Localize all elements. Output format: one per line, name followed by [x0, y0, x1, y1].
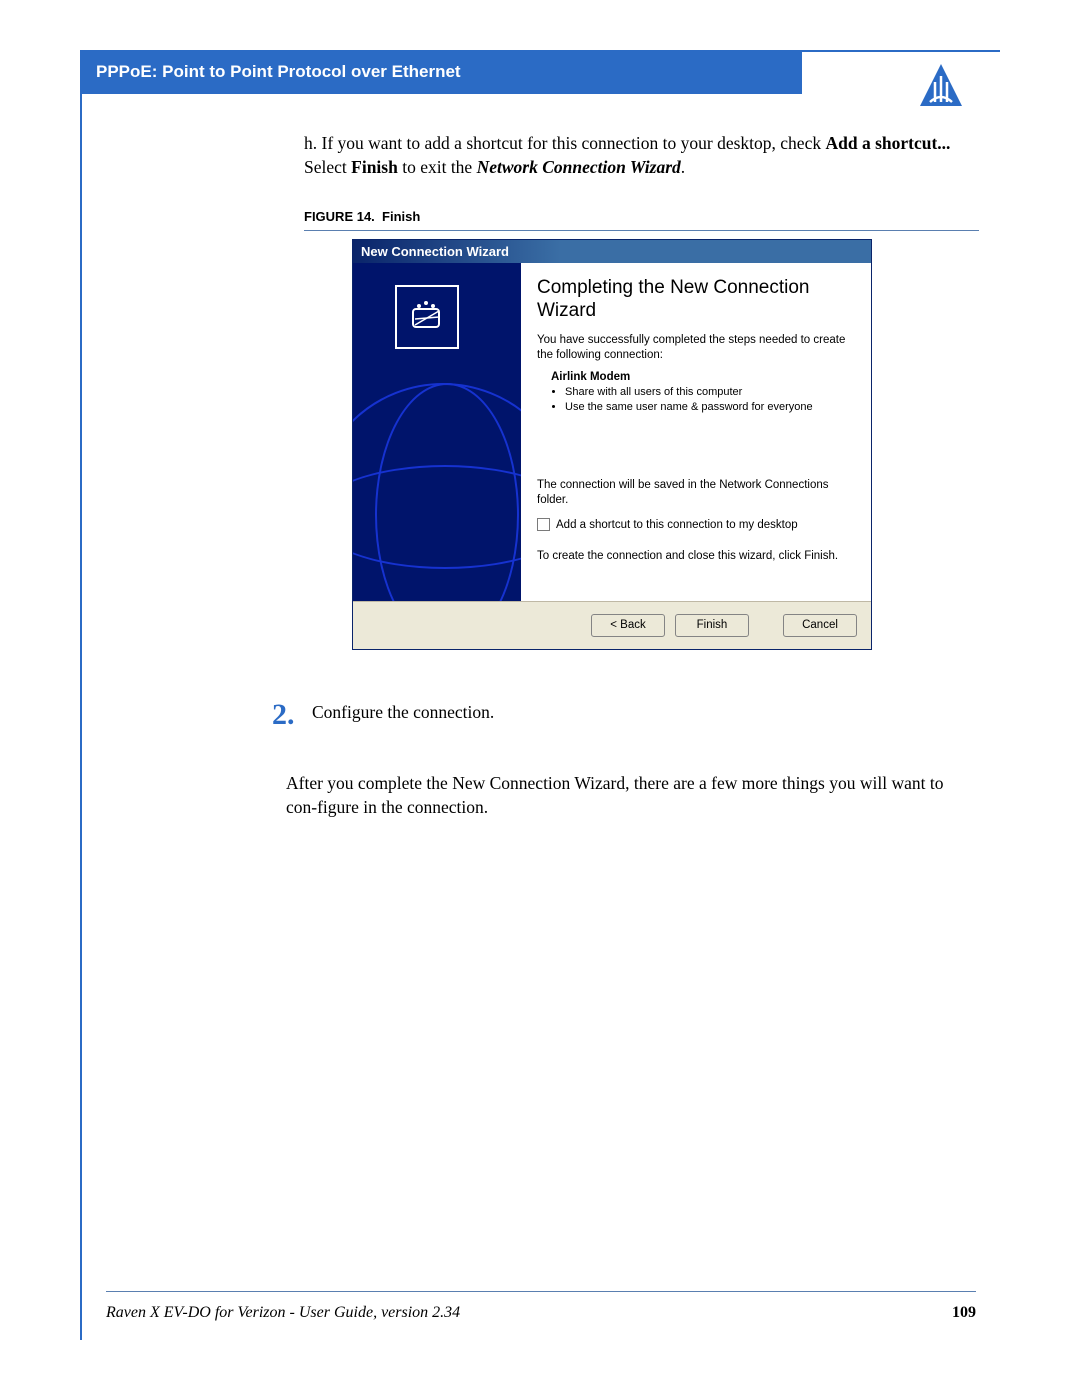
globe-decoration-icon	[353, 383, 521, 601]
page-number: 109	[952, 1304, 976, 1322]
connection-name: Airlink Modem	[551, 371, 855, 383]
wizard-finish-text: To create the connection and close this …	[537, 549, 855, 564]
step-number: 2.	[272, 698, 312, 732]
wizard-intro-text: You have successfully completed the step…	[537, 333, 855, 363]
text: h. If you want to add a shortcut for thi…	[304, 133, 825, 153]
wizard-window: New Connection Wizard	[352, 239, 872, 650]
figure-container: New Connection Wizard	[352, 239, 1000, 650]
shortcut-checkbox-label: Add a shortcut to this connection to my …	[556, 519, 798, 531]
step-2-row: 2. Configure the connection.	[272, 698, 1000, 732]
page-footer: Raven X EV-DO for Verizon - User Guide, …	[106, 1304, 976, 1322]
shortcut-checkbox[interactable]	[537, 518, 550, 531]
after-paragraph: After you complete the New Connection Wi…	[286, 772, 976, 819]
wizard-titlebar: New Connection Wizard	[353, 240, 871, 263]
list-item: Use the same user name & password for ev…	[565, 400, 855, 415]
wizard-body: Completing the New Connection Wizard You…	[353, 263, 871, 601]
footer-doc-title: Raven X EV-DO for Verizon - User Guide, …	[106, 1304, 460, 1322]
wizard-save-text: The connection will be saved in the Netw…	[537, 478, 855, 508]
list-item: Share with all users of this computer	[565, 385, 855, 400]
wizard-main-panel: Completing the New Connection Wizard You…	[521, 263, 871, 601]
wizard-button-bar: < Back Finish Cancel	[353, 601, 871, 649]
company-logo-icon	[918, 62, 964, 108]
wizard-heading: Completing the New Connection Wizard	[537, 277, 855, 323]
intro-paragraph: h. If you want to add a shortcut for thi…	[304, 132, 974, 179]
content-area: h. If you want to add a shortcut for thi…	[82, 94, 1000, 820]
modem-icon	[395, 285, 459, 349]
text: .	[681, 157, 685, 177]
wizard-side-panel	[353, 263, 521, 601]
chapter-header: PPPoE: Point to Point Protocol over Ethe…	[82, 52, 802, 94]
figure-caption: FIGURE 14. Finish	[304, 209, 979, 231]
connection-properties: Share with all users of this computer Us…	[565, 385, 855, 415]
footer-rule	[106, 1291, 976, 1292]
chapter-title: PPPoE: Point to Point Protocol over Ethe…	[96, 62, 461, 81]
page-frame: PPPoE: Point to Point Protocol over Ethe…	[80, 50, 1000, 1340]
cancel-button[interactable]: Cancel	[783, 614, 857, 637]
back-button[interactable]: < Back	[591, 614, 665, 637]
shortcut-checkbox-row[interactable]: Add a shortcut to this connection to my …	[537, 518, 855, 531]
text: Select	[304, 157, 351, 177]
bold-text: Add a shortcut...	[825, 133, 950, 153]
step-title: Configure the connection.	[312, 698, 494, 723]
italic-text: Network Connection Wizard	[477, 157, 681, 177]
text: to exit the	[398, 157, 477, 177]
bold-text: Finish	[351, 157, 398, 177]
finish-button[interactable]: Finish	[675, 614, 749, 637]
figure-label: FIGURE 14.	[304, 209, 375, 224]
figure-title: Finish	[382, 209, 420, 224]
